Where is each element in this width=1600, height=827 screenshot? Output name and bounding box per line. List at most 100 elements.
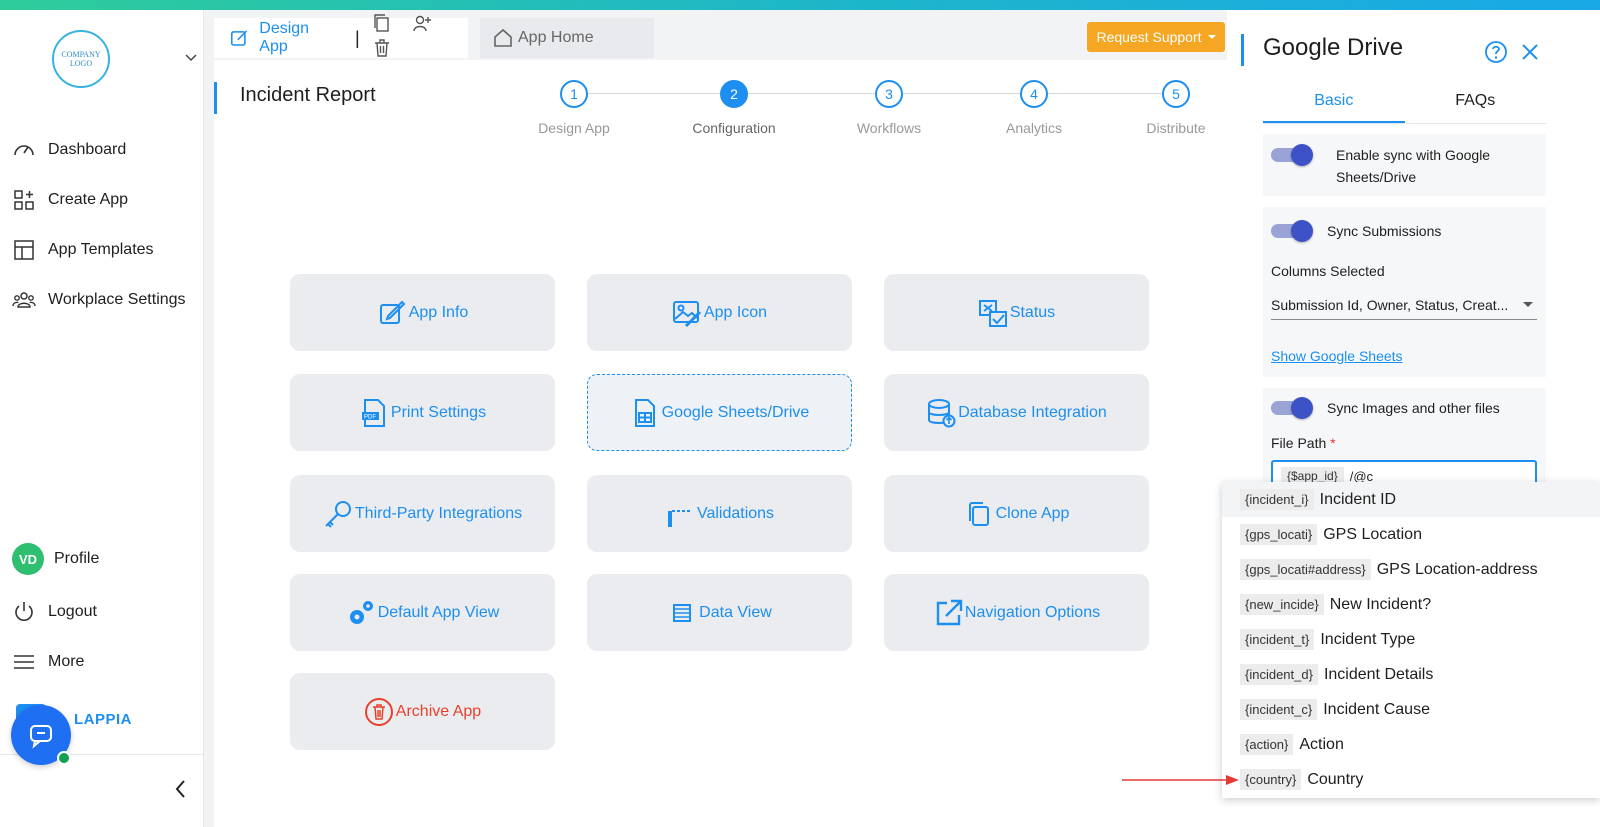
trash-circle-icon <box>364 697 393 726</box>
sync-submissions-toggle[interactable] <box>1271 220 1313 242</box>
sync-submissions-row: Sync Submissions <box>1271 220 1441 242</box>
status-icon <box>978 299 1007 327</box>
step-label: Distribute <box>1146 120 1206 136</box>
copy-icon[interactable] <box>372 13 392 33</box>
edit-icon <box>379 300 406 324</box>
tile-navigation-options[interactable]: Navigation Options <box>884 574 1149 651</box>
help-icon[interactable] <box>1484 40 1508 64</box>
external-link-icon <box>936 599 963 625</box>
sidebar-item-workplace-settings[interactable]: Workplace Settings <box>12 285 186 315</box>
tile-third-party-integrations[interactable]: Third-Party Integrations <box>290 475 555 552</box>
panel-tabs: Basic FAQs <box>1263 92 1546 124</box>
step-number: 4 <box>1020 80 1048 108</box>
request-support-button[interactable]: Request Support <box>1087 22 1225 52</box>
sidebar-item-label: App Templates <box>48 241 154 258</box>
add-user-icon[interactable] <box>412 13 432 33</box>
step-number: 1 <box>560 80 588 108</box>
top-gradient-strip <box>0 0 1600 10</box>
tile-google-sheets-drive[interactable]: Google Sheets/Drive <box>587 374 852 451</box>
image-edit-icon <box>672 300 701 327</box>
token-chip: {gps_locati#address} <box>1240 559 1371 580</box>
tab-design-app[interactable]: Design App | <box>214 14 468 58</box>
columns-select[interactable]: Submission Id, Owner, Status, Creat... <box>1271 294 1537 320</box>
people-icon <box>12 292 36 308</box>
sync-drive-row: Enable sync with Google Sheets/Drive <box>1271 144 1536 188</box>
chat-button[interactable] <box>11 705 71 765</box>
step-workflows[interactable]: 3 Workflows <box>829 80 949 136</box>
svg-text:PDF: PDF <box>364 414 376 420</box>
step-label: Configuration <box>692 120 776 136</box>
tab-separator: | <box>354 27 360 48</box>
step-label: Analytics <box>1005 120 1063 136</box>
sync-drive-toggle[interactable] <box>1271 144 1313 166</box>
suggestion-label: Incident ID <box>1319 490 1397 508</box>
step-configuration[interactable]: 2 Configuration <box>674 80 794 136</box>
suggestion-label: Incident Details <box>1323 665 1434 683</box>
sync-drive-label: Enable sync with Google Sheets/Drive <box>1336 147 1491 185</box>
home-icon <box>494 28 512 47</box>
sync-submissions-card: Sync Submissions Columns Selected Submis… <box>1263 207 1546 377</box>
sidebar-item-profile[interactable]: VD Profile <box>12 543 99 575</box>
tab-app-home[interactable]: App Home <box>480 18 654 58</box>
suggestion-label: Country <box>1307 770 1364 788</box>
tile-label: Status <box>1009 303 1056 321</box>
tile-app-icon[interactable]: App Icon <box>587 274 852 351</box>
suggestion-item-new-incident[interactable]: {new_incide} New Incident? <box>1222 587 1600 622</box>
power-icon <box>15 602 33 621</box>
tab-basic[interactable]: Basic <box>1263 92 1405 123</box>
annotation-arrow-icon <box>1122 775 1239 785</box>
tab-faqs[interactable]: FAQs <box>1405 92 1547 123</box>
file-path-label-text: File Path <box>1271 435 1327 451</box>
field-suggestion-dropdown: {incident_i} Incident ID {gps_locati} GPS … <box>1222 482 1600 798</box>
sidebar-item-label: More <box>48 653 85 670</box>
sidebar-item-app-templates[interactable]: App Templates <box>12 235 154 265</box>
menu-icon <box>14 655 34 669</box>
suggestion-item-gps-location[interactable]: {gps_locati} GPS Location <box>1222 517 1600 552</box>
chevron-down-icon[interactable] <box>184 50 198 64</box>
suggestion-item-country[interactable]: {country} Country <box>1222 762 1600 797</box>
sync-images-toggle[interactable] <box>1271 397 1313 419</box>
sidebar-item-logout[interactable]: Logout <box>12 597 97 627</box>
tile-default-app-view[interactable]: Default App View <box>290 574 555 651</box>
step-design-app[interactable]: 1 Design App <box>514 80 634 136</box>
trash-icon[interactable] <box>372 38 392 58</box>
close-icon[interactable] <box>1520 42 1540 62</box>
show-google-sheets-link[interactable]: Show Google Sheets <box>1271 348 1403 364</box>
tile-status[interactable]: Status <box>884 274 1149 351</box>
suggestion-label: New Incident? <box>1329 595 1432 613</box>
sidebar-item-label: Dashboard <box>48 141 127 158</box>
tile-label: Validations <box>696 504 775 522</box>
token-chip: {incident_d} <box>1240 664 1318 685</box>
sidebar-item-create-app[interactable]: Create App <box>12 185 128 215</box>
tab-label: Design App <box>259 20 310 55</box>
sidebar-item-more[interactable]: More <box>12 647 84 677</box>
step-distribute[interactable]: 5 Distribute <box>1116 80 1236 136</box>
suggestion-item-incident-id[interactable]: {incident_i} Incident ID <box>1222 482 1600 517</box>
suggestion-item-incident-details[interactable]: {incident_d} Incident Details <box>1222 657 1600 692</box>
sheet-icon <box>634 398 655 427</box>
avatar: VD <box>12 543 44 575</box>
suggestion-item-action[interactable]: {action} Action <box>1222 727 1600 762</box>
tile-data-view[interactable]: Data View <box>587 574 852 651</box>
tile-database-integration[interactable]: Database Integration <box>884 374 1149 451</box>
sidebar: COMPANY LOGO Dashboard Create App App Te… <box>0 10 204 827</box>
tile-label: Data View <box>699 603 772 621</box>
sidebar-item-dashboard[interactable]: Dashboard <box>12 135 126 165</box>
tile-print-settings[interactable]: PDF Print Settings <box>290 374 555 451</box>
suggestion-item-incident-type[interactable]: {incident_t} Incident Type <box>1222 622 1600 657</box>
sidebar-item-label: Create App <box>48 191 129 208</box>
validation-icon <box>667 509 692 527</box>
tile-app-info[interactable]: App Info <box>290 274 555 351</box>
suggestion-item-gps-location-address[interactable]: {gps_locati#address} GPS Location-address <box>1222 552 1600 587</box>
tile-label: App Icon <box>703 303 768 321</box>
tab-label: App Home <box>518 29 594 46</box>
list-icon <box>673 603 692 622</box>
tile-clone-app[interactable]: Clone App <box>884 475 1149 552</box>
step-analytics[interactable]: 4 Analytics <box>974 80 1094 136</box>
tile-archive-app[interactable]: Archive App <box>290 673 555 750</box>
chevron-left-icon[interactable] <box>172 778 190 800</box>
tile-validations[interactable]: Validations <box>587 475 852 552</box>
key-icon <box>325 500 351 528</box>
templates-icon <box>14 240 34 260</box>
suggestion-item-incident-cause[interactable]: {incident_c} Incident Cause <box>1222 692 1600 727</box>
